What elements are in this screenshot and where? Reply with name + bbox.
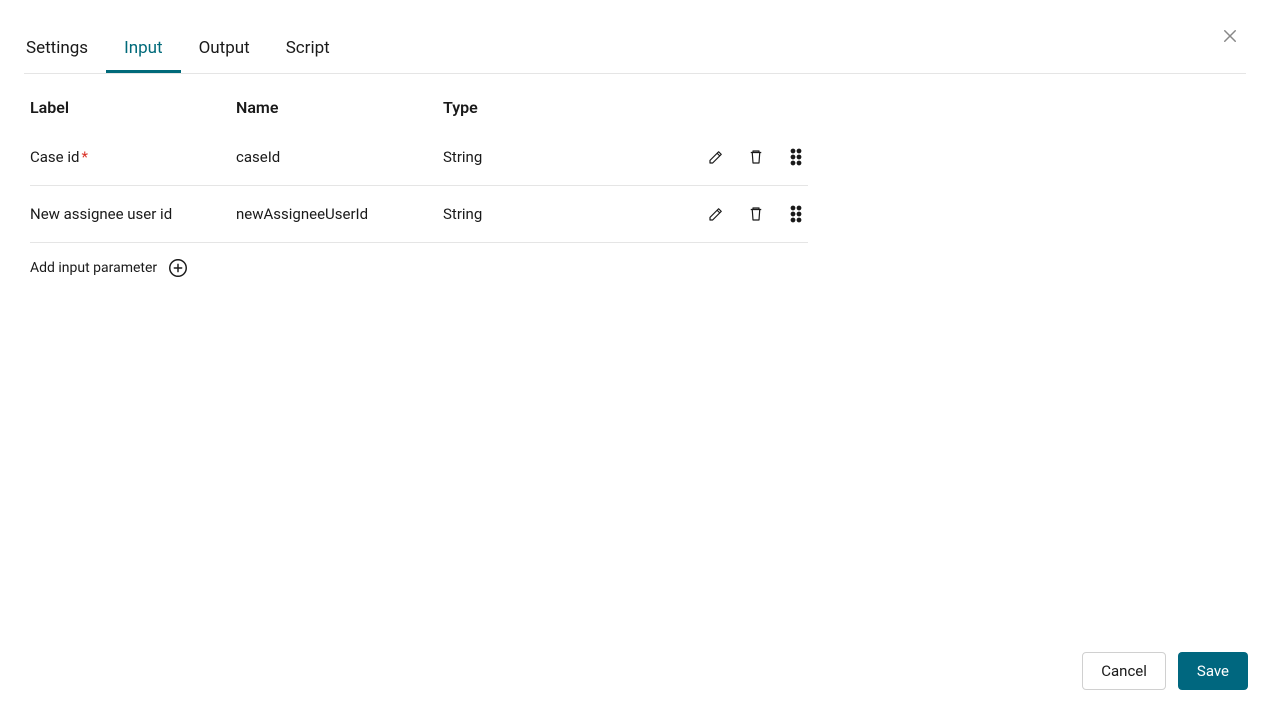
save-button[interactable]: Save bbox=[1178, 652, 1248, 690]
pencil-icon bbox=[707, 148, 725, 166]
tab-bar: Settings Input Output Script bbox=[24, 0, 1246, 74]
tab-output[interactable]: Output bbox=[181, 30, 268, 73]
row-label: Case id* bbox=[30, 148, 236, 166]
trash-icon bbox=[747, 205, 765, 223]
row-label-text: New assignee user id bbox=[30, 205, 172, 223]
row-label-text: Case id bbox=[30, 148, 79, 166]
pencil-icon bbox=[707, 205, 725, 223]
tab-script[interactable]: Script bbox=[268, 30, 348, 73]
tab-input[interactable]: Input bbox=[106, 30, 181, 73]
drag-icon bbox=[789, 205, 803, 223]
input-panel: Label Name Type Case id* caseId String bbox=[0, 74, 832, 293]
row-name: caseId bbox=[236, 148, 443, 166]
edit-button[interactable] bbox=[704, 202, 728, 226]
close-button[interactable] bbox=[1220, 26, 1240, 46]
trash-icon bbox=[747, 148, 765, 166]
delete-button[interactable] bbox=[744, 202, 768, 226]
close-icon bbox=[1221, 27, 1239, 45]
header-name: Name bbox=[236, 98, 443, 117]
row-label: New assignee user id bbox=[30, 205, 236, 223]
row-name: newAssigneeUserId bbox=[236, 205, 443, 223]
header-type: Type bbox=[443, 98, 653, 117]
drag-handle[interactable] bbox=[784, 145, 808, 169]
table-row: Case id* caseId String bbox=[30, 129, 808, 186]
table-header: Label Name Type bbox=[30, 98, 808, 129]
cancel-button[interactable]: Cancel bbox=[1082, 652, 1166, 690]
delete-button[interactable] bbox=[744, 145, 768, 169]
plus-circle-icon bbox=[167, 257, 189, 279]
edit-button[interactable] bbox=[704, 145, 728, 169]
row-type: String bbox=[443, 148, 653, 166]
table-row: New assignee user id newAssigneeUserId S… bbox=[30, 186, 808, 243]
add-parameter-label: Add input parameter bbox=[30, 260, 157, 276]
drag-handle[interactable] bbox=[784, 202, 808, 226]
add-input-parameter-button[interactable]: Add input parameter bbox=[30, 243, 808, 293]
drag-icon bbox=[789, 148, 803, 166]
row-type: String bbox=[443, 205, 653, 223]
required-indicator: * bbox=[81, 148, 87, 166]
footer-actions: Cancel Save bbox=[1082, 652, 1248, 690]
header-label: Label bbox=[30, 98, 236, 117]
tab-settings[interactable]: Settings bbox=[24, 30, 106, 73]
